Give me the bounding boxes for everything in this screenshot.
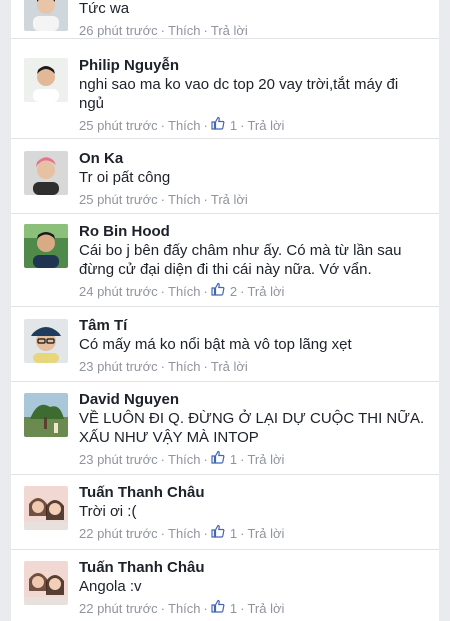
like-count[interactable]: 1 [211,116,237,135]
comment-item: Philip Nguyễn nghi sao ma ko vao dc top … [11,38,439,139]
comment-meta: 24 phút trước · Thích · 2 · Trả lời [79,282,285,301]
comment-author[interactable]: Tuấn Thanh Châu [79,484,427,502]
avatar[interactable] [24,393,68,437]
comment-item: Tuấn Thanh Châu Angola :v 22 phút trước ·… [11,550,439,621]
comment-author[interactable]: David Nguyen [79,391,427,409]
comment-time: 23 phút trước [79,358,158,374]
comment-meta: 26 phút trước · Thích · Trả lời [79,22,248,40]
comment-text: nghi sao ma ko vao dc top 20 vay trời,tắ… [79,76,399,112]
comment-author[interactable]: Philip Nguyễn [79,57,427,75]
reply-button[interactable]: Trả lời [247,525,284,543]
reply-button[interactable]: Trả lời [211,22,248,40]
avatar[interactable] [24,486,68,530]
like-button[interactable]: Thích [168,191,201,209]
avatar[interactable] [24,319,68,363]
comment-item: Tức wa 26 phút trước · Thích · Trả lời [11,0,439,39]
comment-time: 23 phút trước [79,451,158,467]
comment-author[interactable]: Tâm Tí [79,317,427,335]
thumbs-up-icon [211,283,225,296]
comment-text: Tr oi pất công [79,169,171,186]
comment-text: Angola :v [79,578,142,595]
comment-time: 22 phút trước [79,600,158,616]
reply-button[interactable]: Trả lời [247,600,284,618]
avatar[interactable] [24,224,68,268]
comment-item: Tuấn Thanh Châu Trời ơi :( 22 phút trước… [11,475,439,550]
like-button[interactable]: Thích [168,117,201,135]
reply-button[interactable]: Trả lời [211,191,248,209]
like-button[interactable]: Thích [168,358,201,376]
comment-meta: 22 phút trước · Thích · 1 · Trả lời [79,599,285,618]
comment-time: 22 phút trước [79,525,158,541]
reply-button[interactable]: Trả lời [247,117,284,135]
comment-item: Tâm Tí Có mấy má ko nổi bật mà vô top lã… [11,307,439,382]
avatar[interactable] [24,151,68,195]
comment-meta: 25 phút trước · Thích · Trả lời [79,191,248,209]
like-count[interactable]: 2 [211,282,237,301]
comment-text: Tức wa [79,0,130,17]
avatar[interactable] [24,561,68,605]
comment-meta: 25 phút trước · Thích · 1 · Trả lời [79,116,285,135]
comment-text: Cái bo j bên đấy châm như ấy. Có mà từ l… [79,242,402,278]
comment-author[interactable]: Tuấn Thanh Châu [79,559,427,577]
thumbs-up-icon [211,451,225,464]
comment-author[interactable]: On Ka [79,150,427,168]
comment-time: 25 phút trước [79,117,158,133]
comment-item: Ro Bin Hood Cái bo j bên đấy châm như ấy… [11,214,439,307]
comment-author[interactable]: Ro Bin Hood [79,223,427,241]
like-button[interactable]: Thích [168,600,201,618]
like-button[interactable]: Thích [168,451,201,469]
comment-text: VỀ LUÔN ĐI Q. ĐỪNG Ở LẠI DỰ CUỘC THI NỮA… [79,410,425,446]
like-button[interactable]: Thích [168,283,201,301]
comment-text: Trời ơi :( [79,503,137,520]
like-button[interactable]: Thích [168,22,201,40]
thumbs-up-icon [211,117,225,130]
comment-time: 25 phút trước [79,191,158,207]
comment-meta: 23 phút trước · Thích · Trả lời [79,358,248,376]
comment-time: 26 phút trước [79,22,158,38]
comment-time: 24 phút trước [79,283,158,299]
reply-button[interactable]: Trả lời [211,358,248,376]
like-button[interactable]: Thích [168,525,201,543]
thumbs-up-icon [211,525,225,538]
reply-button[interactable]: Trả lời [247,451,284,469]
reply-button[interactable]: Trả lời [247,283,284,301]
avatar[interactable] [24,58,68,102]
comment-meta: 22 phút trước · Thích · 1 · Trả lời [79,524,285,543]
comment-feed: Tức wa 26 phút trước · Thích · Trả lời Phili… [11,0,439,621]
thumbs-up-icon [211,600,225,613]
like-count[interactable]: 1 [211,450,237,469]
comment-text: Có mấy má ko nổi bật mà vô top lãng xẹt [79,336,352,353]
comment-item: On Ka Tr oi pất công 25 phút trước · Thích… [11,139,439,214]
avatar[interactable] [24,0,68,31]
like-count[interactable]: 1 [211,524,237,543]
comment-item: David Nguyen VỀ LUÔN ĐI Q. ĐỪNG Ở LẠI DỰ… [11,382,439,475]
comment-meta: 23 phút trước · Thích · 1 · Trả lời [79,450,285,469]
like-count[interactable]: 1 [211,599,237,618]
